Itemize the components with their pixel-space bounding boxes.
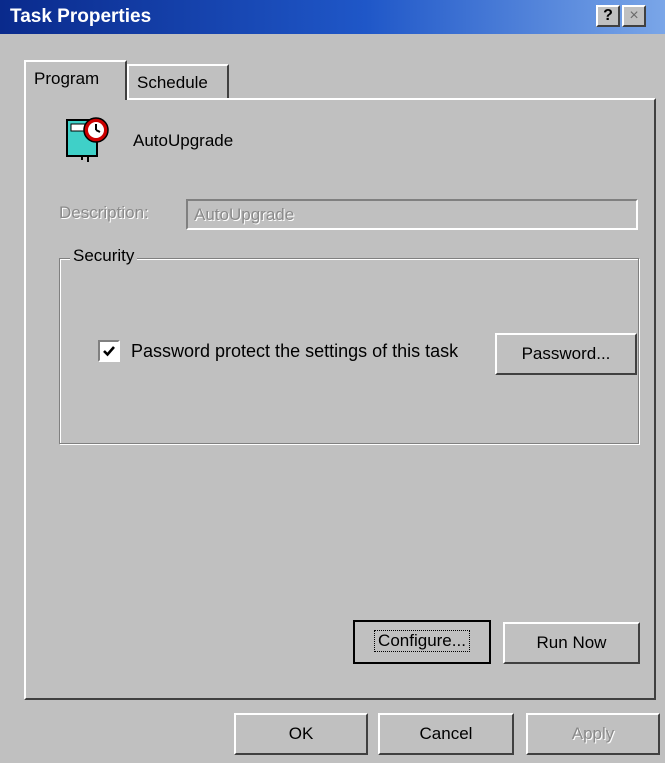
configure-button[interactable]: Configure...	[353, 620, 491, 664]
help-button[interactable]: ?	[596, 5, 620, 27]
task-name: AutoUpgrade	[133, 131, 234, 150]
scheduled-task-clock-icon	[64, 116, 112, 162]
password-button-label: Password...	[521, 344, 611, 363]
tab-schedule-label: Schedule	[137, 73, 208, 92]
window-title: Task Properties	[10, 6, 152, 27]
close-button[interactable]: ×	[622, 5, 646, 27]
apply-button-label: Apply	[571, 724, 615, 743]
checkmark-icon	[103, 346, 115, 357]
tab-schedule[interactable]: Schedule	[127, 64, 229, 98]
ok-button[interactable]: OK	[234, 713, 368, 755]
security-group-label: Security	[70, 246, 138, 266]
run-now-button[interactable]: Run Now	[503, 622, 640, 664]
description-field: AutoUpgrade	[186, 199, 638, 230]
configure-button-label: Configure...	[374, 630, 470, 652]
password-button[interactable]: Password...	[495, 333, 637, 375]
tab-program[interactable]: Program	[24, 60, 127, 100]
tab-program-label: Program	[34, 69, 100, 88]
password-protect-checkbox[interactable]	[98, 340, 120, 362]
password-protect-label[interactable]: Password protect the settings of this ta…	[131, 341, 458, 362]
description-label: Description:	[59, 203, 149, 222]
cancel-button-label: Cancel	[419, 724, 473, 743]
title-bar: Task Properties ? ×	[0, 0, 665, 34]
run-now-button-label: Run Now	[536, 633, 607, 652]
ok-button-label: OK	[288, 724, 314, 743]
cancel-button[interactable]: Cancel	[378, 713, 514, 755]
apply-button: Apply	[526, 713, 660, 755]
